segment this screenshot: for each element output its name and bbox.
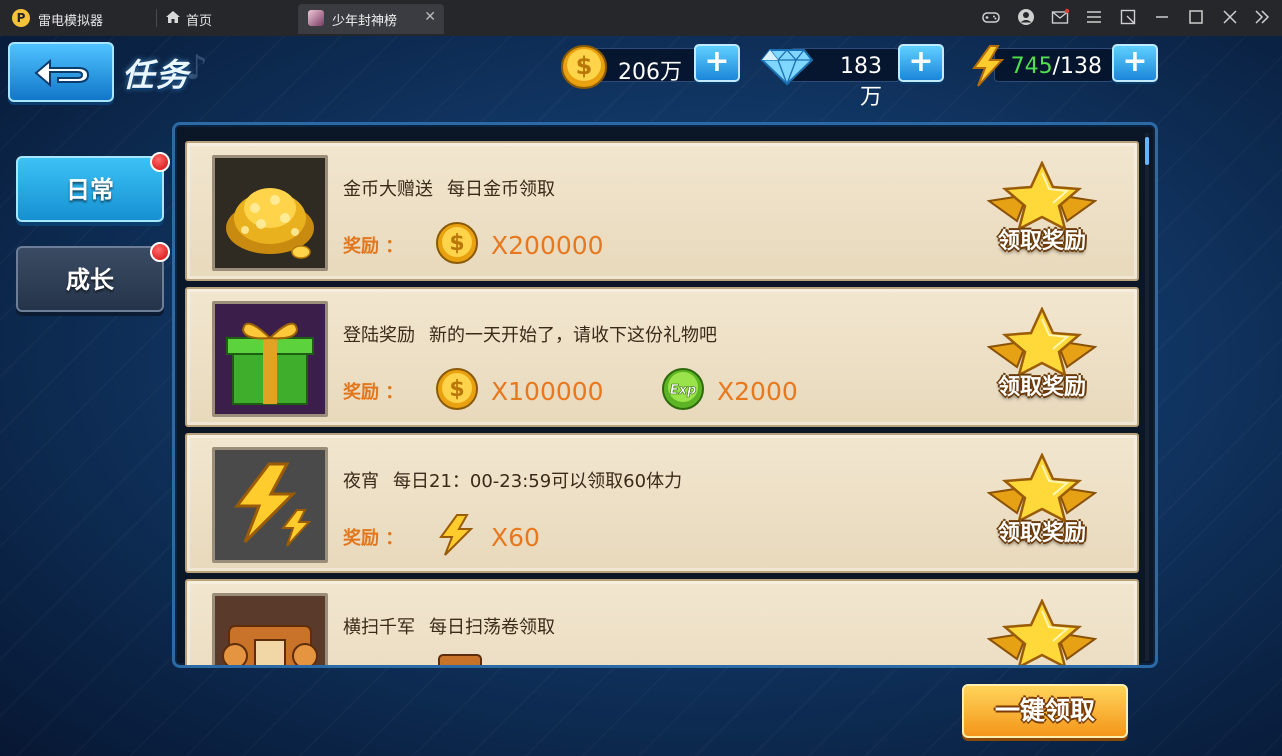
claim-reward-button[interactable]: 领取奖励 bbox=[987, 453, 1097, 559]
tab-home[interactable]: 首页 bbox=[186, 10, 212, 29]
task-list-panel[interactable]: 金币大赠送 每日金币领取 奖励 ： $ X200000 领取奖励 登陆奖励 新的… bbox=[172, 122, 1158, 668]
gold-coin-icon: $ bbox=[436, 222, 478, 264]
gold-amount: 206万 bbox=[618, 60, 682, 85]
tab-growth[interactable]: 成长 bbox=[16, 242, 170, 312]
tab-daily[interactable]: 日常 bbox=[16, 152, 170, 222]
reward-label: 奖励 ： bbox=[343, 236, 404, 257]
game-app-icon bbox=[308, 10, 324, 26]
reward-label: 奖励 ： bbox=[343, 528, 404, 549]
sweep-scroll-icon bbox=[212, 593, 328, 665]
tab-game-label: 少年封神榜 bbox=[332, 14, 398, 29]
reward-quantity: X100000 bbox=[491, 377, 604, 406]
task-name: 登陆奖励 bbox=[343, 325, 415, 346]
reward-label: 奖励 ： bbox=[343, 382, 404, 403]
mail-icon[interactable] bbox=[1050, 8, 1070, 28]
diamond-resource: 183万 + bbox=[760, 44, 950, 110]
tab-game[interactable]: 少年封神榜 ✕ bbox=[298, 4, 444, 34]
task-description: 每日21：00-23:59可以领取60体力 bbox=[393, 471, 683, 492]
star-icon bbox=[987, 307, 1097, 377]
add-diamond-button[interactable]: + bbox=[898, 44, 944, 82]
svg-text:$: $ bbox=[449, 377, 464, 402]
claim-reward-button[interactable] bbox=[987, 599, 1097, 665]
task-description: 每日金币领取 bbox=[447, 179, 555, 200]
menu-icon[interactable] bbox=[1084, 8, 1104, 28]
task-title: 夜宵 每日21：00-23:59可以领取60体力 bbox=[343, 467, 682, 493]
page-title: 任务 bbox=[122, 56, 191, 94]
energy-max: /138 bbox=[1052, 54, 1102, 79]
star-icon bbox=[987, 161, 1097, 231]
star-icon bbox=[987, 453, 1097, 523]
notification-dot bbox=[150, 152, 170, 172]
gamepad-icon[interactable] bbox=[981, 8, 1001, 28]
tab-daily-label: 日常 bbox=[66, 176, 114, 204]
task-row: 夜宵 每日21：00-23:59可以领取60体力 奖励 ： X60 领取奖励 bbox=[185, 433, 1139, 573]
claim-reward-label: 领取奖励 bbox=[997, 375, 1086, 400]
task-description: 新的一天开始了，请收下这份礼物吧 bbox=[429, 325, 717, 346]
task-row: 横扫千军 每日扫荡卷领取 bbox=[185, 579, 1139, 665]
add-gold-button[interactable]: + bbox=[694, 44, 740, 82]
energy-amount: 745/138 bbox=[1008, 54, 1102, 79]
energy-resource: 745/138 + bbox=[968, 44, 1163, 87]
back-arrow-icon bbox=[34, 58, 90, 88]
claim-reward-label: 领取奖励 bbox=[997, 229, 1086, 254]
task-row: 金币大赠送 每日金币领取 奖励 ： $ X200000 领取奖励 bbox=[185, 141, 1139, 281]
energy-current: 745 bbox=[1010, 54, 1053, 79]
task-description: 每日扫荡卷领取 bbox=[429, 617, 555, 638]
maximize-icon[interactable] bbox=[1186, 8, 1206, 28]
account-avatar-icon[interactable] bbox=[1016, 8, 1036, 28]
gold-coin-icon: $ bbox=[561, 45, 607, 89]
add-energy-button[interactable]: + bbox=[1112, 44, 1158, 82]
task-name: 金币大赠送 bbox=[343, 179, 433, 200]
titlebar-divider bbox=[156, 9, 157, 27]
task-row: 登陆奖励 新的一天开始了，请收下这份礼物吧 奖励 ： $ X100000 Exp … bbox=[185, 287, 1139, 427]
collapse-sidebar-icon[interactable] bbox=[1252, 8, 1272, 28]
emulator-logo-icon: P bbox=[12, 9, 30, 27]
task-title: 横扫千军 每日扫荡卷领取 bbox=[343, 613, 555, 639]
svg-text:$: $ bbox=[576, 52, 593, 80]
minimize-icon[interactable] bbox=[1152, 8, 1172, 28]
home-icon[interactable] bbox=[166, 11, 180, 23]
reward-quantity: X2000 bbox=[717, 377, 798, 406]
title-decoration: ♪ bbox=[186, 48, 208, 88]
task-name: 夜宵 bbox=[343, 471, 379, 492]
gift-box-icon bbox=[212, 301, 328, 417]
reward-quantity: X200000 bbox=[491, 231, 604, 260]
gold-pile-icon bbox=[212, 155, 328, 271]
claim-reward-label: 领取奖励 bbox=[997, 521, 1086, 546]
claim-reward-button[interactable]: 领取奖励 bbox=[987, 307, 1097, 413]
notification-dot bbox=[150, 242, 170, 262]
exp-orb-icon: Exp bbox=[662, 368, 704, 410]
back-button[interactable] bbox=[8, 42, 114, 102]
task-name: 横扫千军 bbox=[343, 617, 415, 638]
lightning-bolt-icon bbox=[439, 514, 474, 556]
reward-quantity: X60 bbox=[491, 523, 540, 552]
tab-growth-label: 成长 bbox=[66, 266, 114, 294]
gold-coin-icon: $ bbox=[436, 368, 478, 410]
svg-text:$: $ bbox=[449, 231, 464, 256]
close-tab-icon[interactable]: ✕ bbox=[424, 9, 436, 25]
game-viewport: 任务 ♪ $ 206万 + 183万 + 745/138 + 日常 成长 金币大… bbox=[0, 36, 1282, 756]
task-title: 登陆奖励 新的一天开始了，请收下这份礼物吧 bbox=[343, 321, 717, 347]
svg-text:Exp: Exp bbox=[670, 383, 697, 398]
task-title: 金币大赠送 每日金币领取 bbox=[343, 175, 555, 201]
emulator-titlebar: P 雷电模拟器 首页 少年封神榜 ✕ bbox=[0, 0, 1282, 36]
scrollbar-thumb[interactable] bbox=[1145, 137, 1149, 165]
sweep-scroll-icon bbox=[438, 654, 482, 665]
close-window-icon[interactable] bbox=[1220, 8, 1240, 28]
claim-all-button[interactable]: 一键领取 bbox=[962, 684, 1128, 738]
lightning-bolt-icon bbox=[972, 45, 1005, 87]
gold-resource: $ 206万 + bbox=[560, 44, 745, 89]
popout-icon[interactable] bbox=[1118, 8, 1138, 28]
emulator-app-name: 雷电模拟器 bbox=[38, 14, 104, 29]
star-icon bbox=[987, 599, 1097, 665]
diamond-icon bbox=[760, 49, 814, 86]
scrollbar-track[interactable] bbox=[1145, 133, 1149, 661]
diamond-amount: 183万 bbox=[840, 54, 882, 110]
claim-reward-button[interactable]: 领取奖励 bbox=[987, 161, 1097, 267]
lightning-bolt-icon bbox=[212, 447, 328, 563]
